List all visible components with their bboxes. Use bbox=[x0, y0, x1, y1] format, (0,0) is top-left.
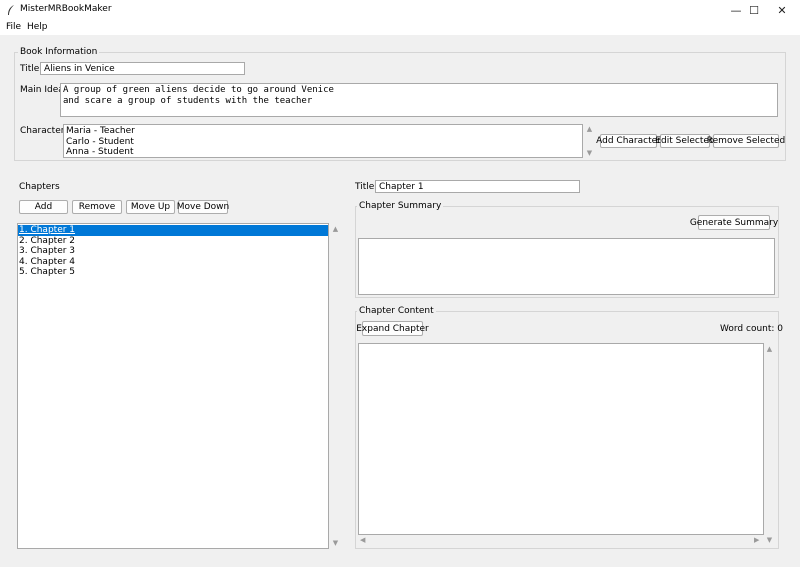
characters-scrollbar[interactable]: ▲ ▼ bbox=[584, 124, 595, 158]
move-up-button[interactable]: Move Up bbox=[126, 200, 175, 214]
chapter-summary-label: Chapter Summary bbox=[357, 201, 444, 211]
close-button[interactable]: ✕ bbox=[764, 0, 800, 21]
chapter-item-selected[interactable]: 1. Chapter 1 bbox=[18, 225, 328, 236]
main-idea-textarea[interactable]: A group of green aliens decide to go aro… bbox=[60, 83, 778, 117]
chapter-item[interactable]: 3. Chapter 3 bbox=[18, 246, 328, 257]
chapter-item[interactable]: 2. Chapter 2 bbox=[18, 236, 328, 247]
scroll-left-icon[interactable]: ◀ bbox=[360, 536, 365, 544]
remove-selected-button[interactable]: Remove Selected bbox=[707, 134, 785, 148]
character-item[interactable]: Anna - Student bbox=[64, 147, 582, 158]
remove-chapter-button[interactable]: Remove bbox=[72, 200, 122, 214]
window-title: MisterMRBookMaker bbox=[20, 4, 112, 14]
move-down-button[interactable]: Move Down bbox=[177, 200, 229, 214]
scroll-down-icon[interactable]: ▼ bbox=[584, 149, 595, 157]
scroll-right-icon[interactable]: ▶ bbox=[754, 536, 759, 544]
generate-summary-button[interactable]: Generate Summary bbox=[690, 215, 778, 230]
chapters-scrollbar[interactable]: ▲ ▼ bbox=[330, 223, 341, 549]
chapter-title-label: Title: bbox=[355, 182, 378, 192]
chapter-summary-textarea[interactable] bbox=[358, 238, 775, 295]
scroll-up-icon[interactable]: ▲ bbox=[330, 225, 341, 233]
title-bar[interactable] bbox=[0, 0, 800, 21]
character-item[interactable]: Carlo - Student bbox=[64, 137, 582, 148]
word-count: Word count: 0 bbox=[720, 324, 784, 334]
chapter-item[interactable]: 5. Chapter 5 bbox=[18, 267, 328, 278]
close-icon: ✕ bbox=[777, 4, 787, 17]
scroll-up-icon[interactable]: ▲ bbox=[584, 125, 595, 133]
characters-list[interactable]: Maria - Teacher Carlo - Student Anna - S… bbox=[63, 124, 583, 158]
menu-help[interactable]: Help bbox=[27, 22, 48, 32]
maximize-icon: ☐ bbox=[749, 4, 759, 17]
chapter-content-label: Chapter Content bbox=[357, 306, 436, 316]
character-item[interactable]: Maria - Teacher bbox=[64, 126, 582, 137]
add-character-button[interactable]: Add Character bbox=[596, 134, 661, 148]
scroll-down-icon[interactable]: ▼ bbox=[764, 536, 775, 544]
content-vertical-scrollbar[interactable]: ▲ ▼ bbox=[764, 343, 775, 547]
book-title-input[interactable]: Aliens in Venice bbox=[40, 62, 245, 75]
scroll-down-icon[interactable]: ▼ bbox=[330, 539, 341, 547]
book-title-label: Title: bbox=[20, 64, 43, 74]
menu-file[interactable]: File bbox=[6, 22, 21, 32]
chapter-content-textarea[interactable] bbox=[358, 343, 764, 535]
chapter-item[interactable]: 4. Chapter 4 bbox=[18, 257, 328, 268]
chapter-title-input[interactable]: Chapter 1 bbox=[375, 180, 580, 193]
scroll-up-icon[interactable]: ▲ bbox=[764, 345, 775, 353]
chapters-list[interactable]: 1. Chapter 1 2. Chapter 2 3. Chapter 3 4… bbox=[17, 223, 329, 549]
menu-bar bbox=[0, 21, 800, 35]
expand-chapter-button[interactable]: Expand Chapter bbox=[356, 321, 429, 336]
feather-icon bbox=[8, 5, 14, 15]
add-chapter-button[interactable]: Add bbox=[19, 200, 68, 214]
book-info-label: Book Information bbox=[18, 47, 100, 57]
chapters-label: Chapters bbox=[19, 182, 60, 192]
content-horizontal-scrollbar[interactable]: ◀ ▶ bbox=[358, 535, 764, 546]
edit-selected-button[interactable]: Edit Selected bbox=[655, 134, 715, 148]
